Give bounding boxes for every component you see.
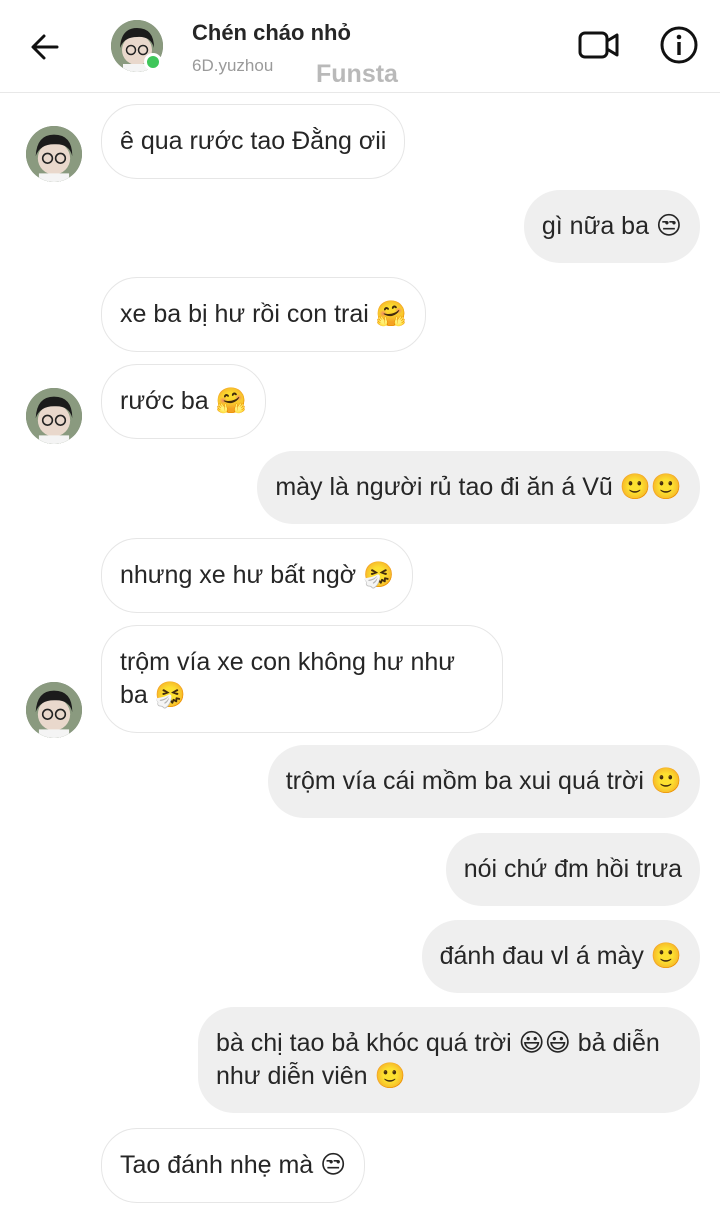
- message-text: rước ba 🤗: [120, 387, 247, 415]
- arrow-left-icon: [31, 34, 59, 60]
- info-button[interactable]: [656, 22, 702, 68]
- message-text: Tao đánh nhẹ mà 😒: [120, 1151, 347, 1179]
- sender-avatar[interactable]: [26, 388, 82, 444]
- sender-avatar[interactable]: [26, 682, 82, 738]
- message-outgoing[interactable]: bà chị tao bả khóc quá trời 😃😃 bả diễn n…: [198, 1007, 700, 1113]
- message-outgoing[interactable]: gì nữa ba 😒: [523, 190, 700, 263]
- message-text: nhưng xe hư bất ngờ 🤧: [120, 561, 395, 589]
- message-incoming[interactable]: Tao đánh nhẹ mà 😒: [101, 1128, 366, 1203]
- message-text: bà chị tao bả khóc quá trời 😃😃 bả diễn n…: [216, 1029, 660, 1090]
- avatar-image: [26, 388, 82, 444]
- message-outgoing[interactable]: mày là người rủ tao đi ăn á Vũ 🙂🙂: [257, 451, 700, 524]
- message-incoming[interactable]: xe ba bị hư rồi con trai 🤗: [101, 277, 426, 352]
- message-text: trộm vía cái mồm ba xui quá trời 🙂: [285, 767, 682, 795]
- message-outgoing[interactable]: đánh đau vl á mày 🙂: [421, 920, 700, 993]
- watermark: Funsta: [316, 60, 398, 88]
- online-status-dot: [144, 53, 162, 71]
- message-outgoing[interactable]: nói chứ đm hồi trưa: [445, 833, 700, 906]
- message-text: gì nữa ba 😒: [541, 212, 682, 240]
- video-call-button[interactable]: [576, 22, 622, 68]
- message-text: xe ba bị hư rồi con trai 🤗: [120, 300, 407, 328]
- contact-name[interactable]: Chén cháo nhỏ: [192, 20, 351, 46]
- avatar-image: [26, 126, 82, 182]
- sender-avatar[interactable]: [26, 126, 82, 182]
- message-incoming[interactable]: trộm vía xe con không hư như ba 🤧: [101, 625, 503, 733]
- message-text: ê qua rước tao Đằng ơii: [120, 127, 387, 155]
- message-incoming[interactable]: ê qua rước tao Đằng ơii: [101, 104, 406, 179]
- avatar-image: [26, 682, 82, 738]
- info-icon: [660, 26, 698, 64]
- message-outgoing[interactable]: trộm vía cái mồm ba xui quá trời 🙂: [267, 745, 700, 818]
- message-text: trộm vía xe con không hư như ba 🤧: [120, 648, 456, 709]
- message-incoming[interactable]: nhưng xe hư bất ngờ 🤧: [101, 538, 414, 613]
- video-camera-icon: [578, 31, 619, 59]
- chat-header: Chén cháo nhỏ 6D.yuzhou Funsta: [0, 0, 720, 93]
- message-text: mày là người rủ tao đi ăn á Vũ 🙂🙂: [275, 473, 682, 501]
- back-button[interactable]: [26, 28, 64, 66]
- message-incoming[interactable]: rước ba 🤗: [101, 364, 266, 439]
- message-text: đánh đau vl á mày 🙂: [439, 942, 682, 970]
- message-text: nói chứ đm hồi trưa: [463, 855, 682, 883]
- contact-username: 6D.yuzhou: [192, 56, 274, 75]
